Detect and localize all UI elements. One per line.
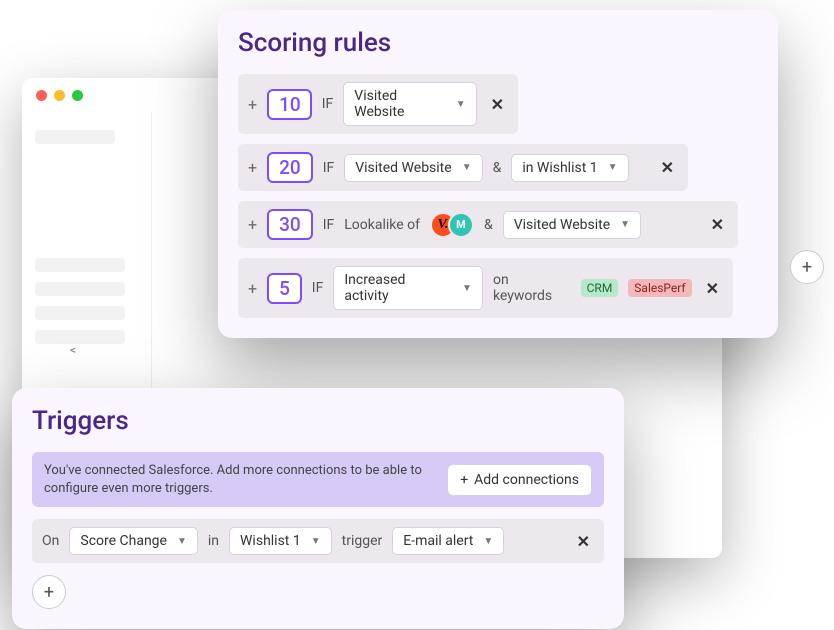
- caret-down-icon: ▼: [483, 536, 493, 547]
- caret-down-icon: ▼: [620, 219, 630, 230]
- event-dropdown[interactable]: Score Change ▼: [69, 527, 198, 555]
- plus-icon: +: [460, 472, 468, 488]
- list-dropdown[interactable]: Wishlist 1 ▼: [229, 527, 332, 555]
- if-keyword: IF: [323, 160, 335, 176]
- banner-text: You've connected Salesforce. Add more co…: [44, 462, 447, 497]
- add-connections-button[interactable]: + Add connections: [447, 464, 592, 496]
- dropdown-label: in Wishlist 1: [522, 160, 597, 176]
- and-operator: &: [493, 160, 502, 176]
- score-value-input[interactable]: 20: [267, 152, 313, 183]
- plus-sign: +: [248, 215, 257, 234]
- delete-rule-icon[interactable]: ✕: [707, 215, 728, 234]
- condition-dropdown[interactable]: Visited Website ▼: [344, 154, 482, 182]
- dropdown-label: Visited Website: [355, 160, 451, 176]
- placeholder: [35, 258, 125, 272]
- scoring-rule-row: + 10 IF Visited Website ▼ ✕: [238, 74, 518, 134]
- add-rule-button[interactable]: +: [790, 250, 824, 284]
- condition-dropdown[interactable]: Increased activity ▼: [333, 266, 483, 310]
- placeholder: [35, 282, 125, 296]
- caret-down-icon: ▼: [177, 536, 187, 547]
- condition-dropdown[interactable]: Visited Website ▼: [343, 82, 476, 126]
- condition-dropdown[interactable]: Visited Website ▼: [503, 211, 641, 239]
- condition-dropdown[interactable]: in Wishlist 1 ▼: [511, 154, 628, 182]
- close-dot: [36, 90, 47, 101]
- zoom-dot: [72, 90, 83, 101]
- lookalike-avatars[interactable]: V. M: [430, 212, 474, 238]
- plus-icon: +: [802, 257, 812, 278]
- dropdown-label: Wishlist 1: [240, 533, 301, 549]
- lookalike-label: Lookalike of: [344, 217, 420, 233]
- score-value-input[interactable]: 30: [267, 209, 313, 240]
- in-keyword: in: [208, 533, 219, 549]
- if-keyword: IF: [322, 96, 334, 112]
- caret-down-icon: ▼: [608, 162, 618, 173]
- triggers-title: Triggers: [32, 406, 604, 436]
- dropdown-label: Visited Website: [514, 217, 610, 233]
- minimize-dot: [54, 90, 65, 101]
- trigger-keyword: trigger: [342, 533, 383, 549]
- caret-down-icon: ▼: [462, 283, 472, 294]
- dropdown-label: Score Change: [80, 533, 167, 549]
- plus-icon: +: [44, 582, 54, 603]
- scoring-rules-card: Scoring rules + 10 IF Visited Website ▼ …: [218, 10, 778, 338]
- on-keyword: On: [42, 533, 59, 549]
- scoring-title: Scoring rules: [238, 28, 758, 58]
- placeholder: [35, 306, 125, 320]
- scoring-rule-row: + 30 IF Lookalike of V. M & Visited Webs…: [238, 201, 738, 248]
- score-value-input[interactable]: 10: [267, 89, 312, 120]
- dropdown-label: Visited Website: [354, 88, 445, 120]
- if-keyword: IF: [312, 280, 324, 296]
- plus-sign: +: [248, 158, 257, 177]
- delete-rule-icon[interactable]: ✕: [702, 279, 723, 298]
- placeholder: [35, 330, 125, 344]
- keyword-tag[interactable]: CRM: [581, 279, 619, 297]
- avatar: M: [448, 212, 474, 238]
- placeholder: [35, 130, 115, 144]
- if-keyword: IF: [323, 217, 335, 233]
- and-operator: &: [484, 217, 493, 233]
- on-keywords-label: on keywords: [493, 272, 571, 304]
- delete-rule-icon[interactable]: ✕: [487, 95, 508, 114]
- plus-sign: +: [248, 95, 257, 114]
- plus-sign: +: [248, 279, 257, 298]
- back-chevron-icon: <: [70, 343, 76, 357]
- dropdown-label: E-mail alert: [403, 533, 473, 549]
- dropdown-label: Increased activity: [344, 272, 452, 304]
- delete-rule-icon[interactable]: ✕: [657, 158, 678, 177]
- add-trigger-button[interactable]: +: [32, 575, 66, 609]
- scoring-rule-row: + 20 IF Visited Website ▼ & in Wishlist …: [238, 144, 688, 191]
- keyword-tag[interactable]: SalesPerf: [628, 279, 691, 297]
- connections-banner: You've connected Salesforce. Add more co…: [32, 452, 604, 507]
- action-dropdown[interactable]: E-mail alert ▼: [392, 527, 504, 555]
- score-value-input[interactable]: 5: [267, 273, 302, 304]
- caret-down-icon: ▼: [311, 536, 321, 547]
- delete-trigger-icon[interactable]: ✕: [573, 532, 594, 551]
- trigger-row: On Score Change ▼ in Wishlist 1 ▼ trigge…: [32, 519, 604, 563]
- caret-down-icon: ▼: [462, 162, 472, 173]
- caret-down-icon: ▼: [456, 99, 466, 110]
- scoring-rule-row: + 5 IF Increased activity ▼ on keywords …: [238, 258, 733, 318]
- triggers-card: Triggers You've connected Salesforce. Ad…: [12, 388, 624, 629]
- button-label: Add connections: [474, 472, 579, 488]
